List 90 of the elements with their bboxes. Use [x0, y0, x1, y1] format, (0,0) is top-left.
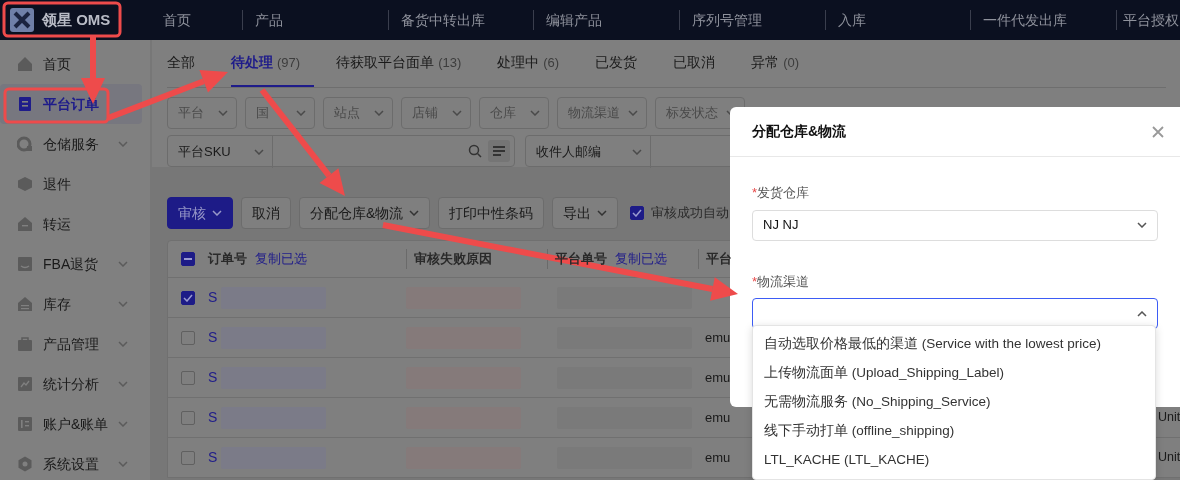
nav-link[interactable]: 序列号管理	[692, 9, 762, 31]
row-checkbox[interactable]	[181, 370, 195, 385]
nav-link[interactable]: 备货中转出库	[400, 9, 485, 31]
chevron-down-icon	[1137, 222, 1147, 228]
checkbox-label: 审核成功自动	[651, 204, 730, 223]
settings-icon	[17, 456, 33, 472]
copy-selected-link[interactable]: 复制已选	[255, 249, 307, 269]
toolbar-button[interactable]: 打印中性条码	[438, 197, 545, 229]
sidebar-item[interactable]: 仓储服务	[0, 124, 142, 164]
row-checkbox[interactable]	[181, 410, 195, 425]
sidebar-item[interactable]: 退件	[0, 164, 142, 204]
order-link[interactable]: S	[208, 367, 218, 388]
field-label: 物流渠道	[757, 273, 810, 289]
row-checkbox[interactable]	[181, 450, 195, 465]
sidebar-item[interactable]: 转运	[0, 204, 142, 244]
sidebar-item[interactable]: 库存	[0, 284, 142, 324]
toolbar-button[interactable]: 导出	[552, 197, 619, 229]
close-icon[interactable]	[1152, 125, 1164, 138]
logo-text: 领星 OMS	[42, 9, 111, 30]
table-cell-text: emu	[705, 368, 731, 387]
table-cell-text: emu	[705, 328, 731, 347]
required-mark: *	[752, 273, 758, 289]
tab[interactable]: 全部	[167, 40, 209, 87]
table-cell-text: emu	[705, 448, 731, 467]
sidebar-item[interactable]: 统计分析	[0, 364, 142, 404]
chevron-down-icon	[632, 149, 642, 155]
chevron-down-icon	[374, 110, 384, 116]
toolbar-button[interactable]: 分配仓库&物流	[299, 197, 431, 229]
nav-link[interactable]: 首页	[163, 9, 191, 31]
table-cell-text: Unit	[1158, 449, 1180, 467]
nav-link[interactable]: 一件代发出库	[983, 9, 1068, 31]
row-checkbox[interactable]	[181, 290, 195, 305]
tab[interactable]: 待处理 (97)	[231, 40, 315, 87]
tab[interactable]: 已发货	[595, 40, 652, 87]
tab[interactable]: 处理中 (6)	[497, 40, 574, 87]
chevron-down-icon	[296, 110, 306, 116]
ledger-icon	[17, 416, 33, 432]
sync-icon	[17, 136, 33, 152]
nav-link[interactable]: 平台授权	[1123, 9, 1180, 31]
nav-link[interactable]: 产品	[255, 9, 283, 31]
column-header: 审核失败原因	[414, 250, 492, 269]
toolbar-button[interactable]: 审核	[167, 197, 233, 229]
logo-icon	[10, 8, 34, 32]
order-link[interactable]: S	[208, 327, 218, 348]
dash-icon	[184, 258, 192, 260]
sidebar-item[interactable]: 首页	[0, 44, 142, 84]
tab[interactable]: 待获取平台面单 (13)	[336, 40, 476, 87]
sidebar-item[interactable]: 账户&账单	[0, 404, 142, 444]
sidebar-item[interactable]: FBA退货	[0, 244, 142, 284]
chevron-up-icon	[1137, 310, 1147, 317]
cube-icon	[17, 176, 33, 192]
square-icon	[17, 256, 33, 272]
warehouse-icon	[17, 296, 33, 312]
order-link[interactable]: S	[208, 407, 218, 428]
toolbar-button[interactable]: 取消	[241, 197, 291, 229]
dropdown-option[interactable]: 无需物流服务 (No_Shipping_Service)	[753, 388, 1155, 417]
home-icon	[17, 56, 33, 72]
copy-selected-link[interactable]: 复制已选	[615, 249, 667, 269]
column-header: 订单号	[208, 250, 247, 269]
bag-icon	[17, 336, 33, 352]
table-cell-text: Unit	[1158, 409, 1180, 427]
order-link[interactable]: S	[208, 287, 218, 308]
check-icon	[183, 293, 193, 302]
dropdown-option[interactable]: LTL_KACHE (LTL_KACHE)	[753, 446, 1155, 475]
select-field[interactable]: NJ NJ	[752, 209, 1158, 241]
table-cell-text: emu	[705, 408, 731, 427]
check-icon	[632, 209, 643, 217]
tab[interactable]: 异常 (0)	[751, 40, 814, 87]
nav-link[interactable]: 编辑产品	[546, 9, 603, 31]
tab[interactable]: 已取消	[673, 40, 730, 87]
field-label: 发货仓库	[757, 185, 810, 200]
select-all-checkbox[interactable]	[181, 252, 195, 266]
sidebar-item[interactable]: 产品管理	[0, 324, 142, 364]
order-link[interactable]: S	[208, 447, 218, 468]
chevron-down-icon	[452, 110, 462, 116]
building-icon	[17, 216, 33, 232]
sidebar-item[interactable]: 系统设置	[0, 444, 142, 480]
chart-icon	[17, 376, 33, 392]
clipboard-icon	[17, 96, 33, 112]
chevron-down-icon	[530, 110, 540, 116]
dialog-title: 分配仓库&物流	[752, 122, 847, 141]
dropdown-option[interactable]: 线下手动打单 (offline_shipping)	[753, 417, 1155, 446]
chevron-down-icon	[628, 110, 638, 116]
dropdown-option[interactable]: 自动选取价格最低的渠道 (Service with the lowest price)	[753, 330, 1155, 359]
checkbox[interactable]	[630, 206, 645, 220]
chevron-down-icon	[218, 110, 228, 116]
required-mark: *	[752, 185, 758, 200]
dropdown-option[interactable]: 上传物流面单 (Upload_Shipping_Label)	[753, 359, 1155, 388]
nav-link[interactable]: 入库	[837, 9, 866, 31]
row-checkbox[interactable]	[181, 330, 195, 345]
